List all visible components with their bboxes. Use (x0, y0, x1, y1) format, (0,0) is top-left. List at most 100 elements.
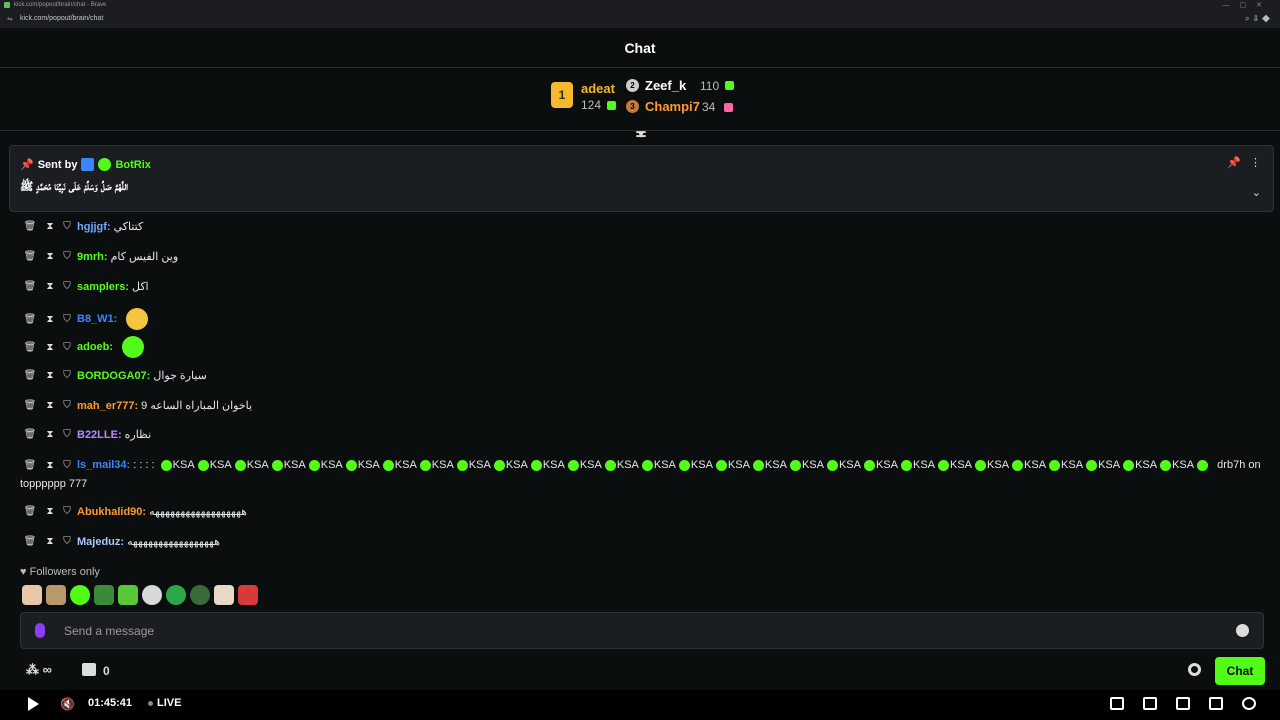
username[interactable]: B22LLE: (77, 429, 122, 441)
username[interactable]: Abukhalid90: (77, 506, 146, 518)
pip-icon[interactable] (1110, 697, 1124, 710)
emote-icon[interactable] (70, 585, 90, 605)
username[interactable]: adoeb: (77, 341, 113, 353)
url-bar[interactable]: kick.com/popout/brain/chat (20, 15, 103, 22)
emote-icon[interactable] (190, 585, 210, 605)
leaderboard-name-1[interactable]: adeat (581, 81, 615, 96)
mic-icon[interactable] (35, 623, 45, 638)
delete-icon[interactable]: 🗑 (20, 429, 40, 440)
theater-icon[interactable] (1143, 697, 1157, 710)
timeout-icon[interactable]: ⧗ (40, 400, 60, 411)
green-ball-emote-icon[interactable] (826, 459, 838, 471)
delete-icon[interactable]: 🗑 (20, 457, 40, 475)
unpin-icon[interactable]: 📌 ⋮ (1227, 156, 1261, 169)
mod-shield-icon[interactable]: ⛉ (60, 536, 74, 547)
green-ball-emote-icon[interactable] (1123, 459, 1135, 471)
window-controls[interactable]: —▢✕ (1223, 1, 1272, 9)
mod-shield-icon[interactable]: ⛉ (60, 251, 74, 262)
green-ball-emote-icon[interactable] (604, 459, 616, 471)
collapse-icon[interactable]: ▁ ▁ ▾ (634, 120, 648, 140)
timeout-icon[interactable]: ⧗ (40, 506, 60, 517)
timeout-icon[interactable]: ⧗ (40, 251, 60, 262)
green-ball-emote-icon[interactable] (1012, 459, 1024, 471)
green-ball-emote-icon[interactable] (234, 459, 246, 471)
username[interactable]: samplers: (77, 281, 129, 293)
green-ball-emote-icon[interactable] (160, 459, 172, 471)
mod-shield-icon[interactable]: ⛉ (60, 314, 74, 325)
green-ball-emote-icon[interactable] (1160, 459, 1172, 471)
leaderboard-name-2[interactable]: Zeef_k (645, 78, 686, 93)
quality-icon[interactable] (1176, 697, 1190, 710)
store-icon[interactable] (82, 663, 96, 676)
timeout-icon[interactable]: ⧗ (40, 342, 60, 353)
green-ball-emote-icon[interactable] (567, 459, 579, 471)
delete-icon[interactable]: 🗑 (20, 221, 40, 232)
green-ball-emote-icon[interactable] (197, 459, 209, 471)
username[interactable]: B8_W1: (77, 313, 117, 325)
green-ball-emote-icon[interactable] (345, 459, 357, 471)
delete-icon[interactable]: 🗑 (20, 281, 40, 292)
chevron-down-icon[interactable]: ⌄ (1252, 186, 1261, 199)
chat-send-button[interactable]: Chat (1215, 657, 1265, 685)
mute-icon[interactable]: 🔇 (60, 697, 75, 711)
timeout-icon[interactable]: ⧗ (40, 370, 60, 381)
leaderboard-name-3[interactable]: Champi7 (645, 99, 700, 114)
laugh-emote-icon[interactable] (126, 308, 149, 330)
timeout-icon[interactable]: ⧗ (40, 429, 60, 440)
green-ball-emote-icon[interactable] (1197, 459, 1209, 471)
green-ball-emote-icon[interactable] (715, 459, 727, 471)
mod-shield-icon[interactable]: ⛉ (60, 342, 74, 353)
timeout-icon[interactable]: ⧗ (40, 457, 60, 475)
timeout-icon[interactable]: ⧗ (40, 221, 60, 232)
mod-shield-icon[interactable]: ⛉ (60, 457, 74, 475)
green-ball-emote-icon[interactable] (900, 459, 912, 471)
timeout-icon[interactable]: ⧗ (40, 314, 60, 325)
username[interactable]: 9mrh: (77, 251, 108, 263)
username[interactable]: ls_mail34: (77, 459, 130, 471)
green-ball-emote-icon[interactable] (863, 459, 875, 471)
green-ball-emote-icon[interactable] (419, 459, 431, 471)
pinned-sender[interactable]: BotRix (115, 159, 150, 171)
username[interactable]: BORDOGA07: (77, 370, 150, 382)
mod-shield-icon[interactable]: ⛉ (60, 429, 74, 440)
green-ball-emote-icon[interactable] (382, 459, 394, 471)
green-ball-emote-icon[interactable] (678, 459, 690, 471)
mod-shield-icon[interactable]: ⛉ (60, 370, 74, 381)
delete-icon[interactable]: 🗑 (20, 536, 40, 547)
fullscreen-icon[interactable] (1209, 697, 1223, 710)
delete-icon[interactable]: 🗑 (20, 370, 40, 381)
timeout-icon[interactable]: ⧗ (40, 536, 60, 547)
delete-icon[interactable]: 🗑 (20, 314, 40, 325)
timeout-icon[interactable]: ⧗ (40, 281, 60, 292)
emote-icon[interactable] (214, 585, 234, 605)
green-ball-emote-icon[interactable] (1049, 459, 1061, 471)
delete-icon[interactable]: 🗑 (20, 251, 40, 262)
green-ball-emote-icon[interactable] (938, 459, 949, 471)
green-ball-emote-icon[interactable] (308, 459, 320, 471)
delete-icon[interactable]: 🗑 (20, 342, 40, 353)
username[interactable]: Majeduz: (77, 536, 124, 548)
emote-icon[interactable] (118, 585, 138, 605)
delete-icon[interactable]: 🗑 (20, 506, 40, 517)
emote-icon[interactable] (166, 585, 186, 605)
emote-icon[interactable] (238, 585, 258, 605)
username[interactable]: mah_er777: (77, 400, 138, 412)
green-ball-emote-icon[interactable] (752, 459, 764, 471)
browser-extension-icons[interactable]: ⌕⇩◆ (1245, 14, 1274, 24)
green-ball-emote-icon[interactable] (641, 459, 653, 471)
mod-shield-icon[interactable]: ⛉ (60, 506, 74, 517)
green-ball-emote-icon[interactable] (975, 459, 987, 471)
delete-icon[interactable]: 🗑 (20, 400, 40, 411)
live-label[interactable]: LIVE (157, 697, 181, 709)
emote-icon[interactable] (94, 585, 114, 605)
mod-shield-icon[interactable]: ⛉ (60, 400, 74, 411)
emote-icon[interactable] (22, 585, 42, 605)
green-ball-emote-icon[interactable] (789, 459, 801, 471)
settings-icon[interactable] (1188, 663, 1201, 676)
emoji-icon[interactable] (1236, 624, 1249, 637)
green-ball-emote-icon[interactable] (1086, 459, 1098, 471)
ghost-emote-icon[interactable] (122, 336, 145, 358)
username[interactable]: hgjjgf: (77, 221, 111, 233)
site-info-icon[interactable]: ⇋ (7, 15, 13, 23)
settings-gear-icon[interactable] (1242, 697, 1256, 710)
